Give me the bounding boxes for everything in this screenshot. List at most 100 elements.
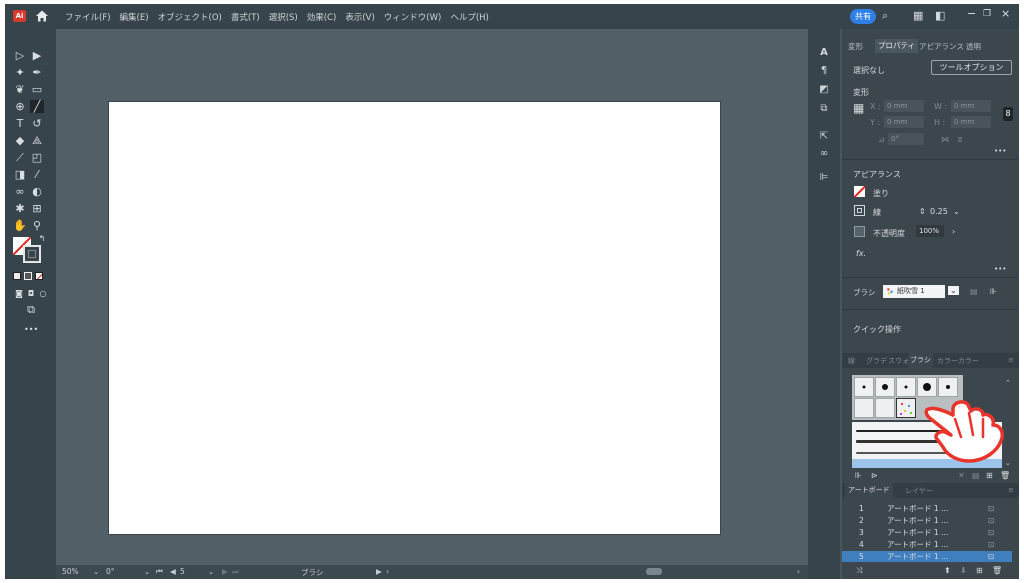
flip-horizontal-icon[interactable]: ⋈ xyxy=(941,135,949,144)
direct-selection-tool-icon[interactable]: ▶ xyxy=(30,49,44,62)
zoom-level[interactable]: 50% xyxy=(62,567,79,576)
share-button[interactable]: 共有 xyxy=(850,9,876,24)
menu-effect[interactable]: 効果(C) xyxy=(307,11,337,23)
stroke-stepper-icon[interactable]: ⇕ xyxy=(919,207,926,216)
restore-icon[interactable]: ❐ xyxy=(983,9,991,19)
menu-window[interactable]: ウィンドウ(W) xyxy=(384,11,442,23)
tab-appearance[interactable]: アピアランス xyxy=(919,41,964,52)
menu-file[interactable]: ファイル(F) xyxy=(65,11,111,23)
tab-properties[interactable]: プロパティ xyxy=(875,39,919,53)
brush-options-icon[interactable]: ▤ xyxy=(970,287,978,296)
brush-swatch-1[interactable] xyxy=(854,377,874,397)
layers-icon[interactable]: ◩ xyxy=(818,84,830,96)
tool-options-button[interactable]: ツールオプション xyxy=(931,60,1012,75)
tab-stroke[interactable]: 線 xyxy=(848,356,855,366)
flip-vertical-icon[interactable]: ⧖ xyxy=(957,135,963,145)
new-brush-icon[interactable]: ⊞ xyxy=(986,471,993,480)
brush-swatch-2[interactable] xyxy=(875,377,895,397)
live-paint-tool-icon[interactable]: ◐ xyxy=(30,185,44,198)
tab-gradient[interactable]: グラデ xyxy=(866,356,887,366)
magic-wand-tool-icon[interactable]: ✦ xyxy=(13,66,27,79)
rotation-value[interactable]: 0° xyxy=(106,567,115,576)
search-icon[interactable]: ⌕ xyxy=(882,10,888,22)
brush-library-menu-icon[interactable]: ⊪ xyxy=(855,471,862,480)
minimize-icon[interactable]: − xyxy=(967,7,976,20)
menu-object[interactable]: オブジェクト(O) xyxy=(158,11,222,23)
delete-artboard-icon[interactable]: 🗑 xyxy=(992,566,1002,575)
next-artboard-icon[interactable]: ▶ xyxy=(222,567,228,576)
shape-builder-tool-icon[interactable]: ⊕ xyxy=(13,100,27,113)
artboards-panel-menu-icon[interactable]: ≡ xyxy=(1008,486,1014,494)
w-input[interactable]: 0 mm xyxy=(951,100,991,112)
artboard-row[interactable]: 2 アートボード 1 ... ⊡ xyxy=(842,515,1012,526)
last-artboard-icon[interactable]: ⏭ xyxy=(232,567,239,577)
artboard-row[interactable]: 4 アートボード 1 ... ⊡ xyxy=(842,539,1012,550)
brush-scroll-up-icon[interactable]: ⌃ xyxy=(1005,379,1011,387)
tab-layers[interactable]: レイヤー xyxy=(905,486,933,496)
rotation-dropdown-icon[interactable]: ⌄ xyxy=(144,567,150,576)
rearrange-artboards-icon[interactable]: ⤨ xyxy=(856,566,862,576)
gradient-tool-icon[interactable]: ◨ xyxy=(13,168,27,181)
zoom-tool-icon[interactable]: ⚲ xyxy=(30,219,44,232)
brush-dropdown-icon[interactable]: ⌄ xyxy=(948,286,959,295)
remove-brush-stroke-icon[interactable]: ✕ xyxy=(958,471,965,480)
artboard-options-icon[interactable]: ⊡ xyxy=(988,539,994,550)
close-icon[interactable]: × xyxy=(1001,7,1010,20)
brush-libraries-icon[interactable]: ⊪ xyxy=(990,287,997,296)
brush-select[interactable]: 紙吹雪 1 xyxy=(883,285,945,298)
stroke-swatch[interactable] xyxy=(23,245,41,263)
scroll-right-icon[interactable]: › xyxy=(797,567,800,576)
pen-tool-icon[interactable]: ✒ xyxy=(30,66,44,79)
menu-select[interactable]: 選択(S) xyxy=(269,11,298,23)
artboard-dropdown-icon[interactable]: ⌄ xyxy=(208,567,214,576)
color-mode-gradient[interactable] xyxy=(24,272,32,280)
tab-color-guide[interactable]: カラー xyxy=(958,356,979,366)
brush-panel-menu-icon[interactable]: ≡ xyxy=(1008,356,1014,364)
opacity-input[interactable]: 100% xyxy=(916,225,944,237)
color-mode-color[interactable] xyxy=(13,272,21,280)
arrange-documents-icon[interactable]: ▦ xyxy=(913,10,923,22)
brush-swatch-confetti[interactable] xyxy=(896,398,916,418)
move-down-icon[interactable]: ⬇ xyxy=(960,566,967,575)
character-icon[interactable]: A xyxy=(818,47,830,59)
artboard-row[interactable]: 1 アートボード 1 ... ⊡ xyxy=(842,503,1012,514)
tab-transform[interactable]: 変形 xyxy=(848,41,863,52)
move-up-icon[interactable]: ⬆ xyxy=(944,566,951,575)
reference-point-icon[interactable]: ▦ xyxy=(853,101,864,115)
angle-input[interactable]: 0° xyxy=(888,133,924,145)
free-transform-tool-icon[interactable]: ◰ xyxy=(30,151,44,164)
swap-fill-stroke-icon[interactable]: ↰ xyxy=(35,232,49,245)
artboard-row[interactable]: 3 アートボード 1 ... ⊡ xyxy=(842,527,1012,538)
paragraph-icon[interactable]: ¶ xyxy=(818,65,830,77)
align-icon[interactable]: ⊫ xyxy=(818,172,830,184)
brush-swatch-3[interactable] xyxy=(896,377,916,397)
blend-tool-icon[interactable]: ∞ xyxy=(13,185,27,198)
opacity-more-icon[interactable]: › xyxy=(952,227,955,236)
fill-none-icon[interactable] xyxy=(854,186,865,197)
delete-brush-icon[interactable]: 🗑 xyxy=(1000,471,1010,480)
tab-swatches[interactable]: スウォ xyxy=(888,356,909,366)
tab-color[interactable]: カラー xyxy=(937,356,958,366)
y-input[interactable]: 0 mm xyxy=(884,116,924,128)
rotate-tool-icon[interactable]: ↺ xyxy=(30,117,44,130)
rectangle-tool-icon[interactable]: ▭ xyxy=(30,83,44,96)
artboard-number[interactable]: 5 xyxy=(180,567,185,576)
artboard-options-icon[interactable]: ⊡ xyxy=(988,527,994,538)
artboard-tool-icon[interactable]: ⊞ xyxy=(30,202,44,215)
status-menu-icon[interactable]: ▶ xyxy=(376,567,382,576)
workspace-switcher-icon[interactable]: ◧ xyxy=(935,10,945,22)
links-icon[interactable]: ∞ xyxy=(818,148,830,160)
tab-artboards[interactable]: アートボード xyxy=(845,483,893,498)
fx-icon[interactable]: fx. xyxy=(856,249,866,258)
brush-library-panel-icon[interactable]: ⊳ xyxy=(871,471,878,480)
symbol-sprayer-tool-icon[interactable]: ✱ xyxy=(13,202,27,215)
menu-view[interactable]: 表示(V) xyxy=(345,11,374,23)
artboard[interactable] xyxy=(109,102,720,534)
artboard-row-selected[interactable]: 5 アートボード 1 ... ⊡ xyxy=(842,551,1012,562)
export-icon[interactable]: ⇱ xyxy=(818,131,830,143)
artboard-options-icon[interactable]: ⊡ xyxy=(988,515,994,526)
scroll-left-icon[interactable]: ‹ xyxy=(386,567,389,576)
edit-toolbar-icon[interactable]: ••• xyxy=(24,323,38,336)
brush-swatch-4[interactable] xyxy=(917,377,937,397)
artboard-options-icon[interactable]: ⊡ xyxy=(988,551,994,562)
